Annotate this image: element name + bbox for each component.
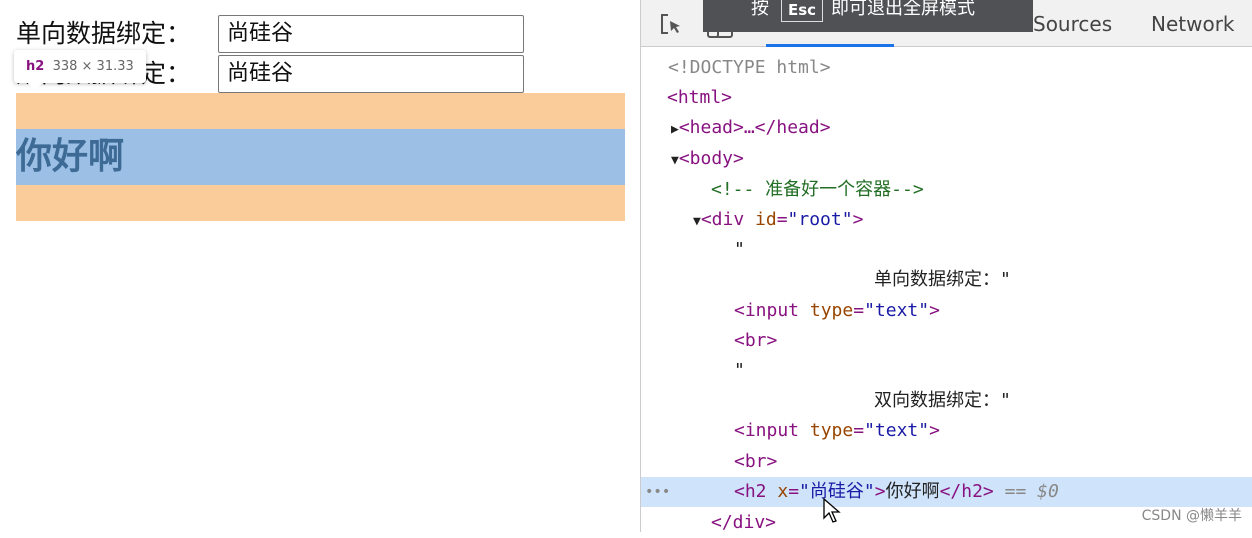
notice-text-post: 即可退出全屏模式	[831, 0, 975, 19]
head-tag: <head>…</head>	[678, 117, 831, 138]
notice-text-pre: 按	[751, 0, 769, 19]
h2-highlight-margin: 你好啊	[16, 93, 625, 221]
active-tab-indicator	[766, 44, 894, 47]
div-tag: <div	[700, 209, 756, 230]
gt: >	[852, 209, 864, 230]
br-node[interactable]: <br>	[734, 326, 777, 356]
h2-heading: 你好啊	[16, 129, 625, 185]
mouse-cursor-icon	[823, 498, 841, 523]
br-node[interactable]: <br>	[734, 447, 777, 477]
html-node[interactable]: <html>	[667, 83, 732, 113]
two-way-input[interactable]: 尚硅谷	[218, 55, 524, 93]
label-one-way: 单向数据绑定：	[16, 19, 192, 48]
attr-name: id	[755, 209, 777, 230]
doctype-line[interactable]: <!DOCTYPE html>	[668, 53, 831, 83]
text-node-one-way[interactable]: 单向数据绑定："	[874, 265, 1011, 295]
eq: =	[853, 300, 865, 321]
inspect-element-icon[interactable]	[659, 12, 685, 38]
console-ref: == $0	[993, 481, 1059, 502]
attr-value: "root"	[787, 209, 853, 230]
eq: =	[788, 481, 800, 502]
attr-value: "text"	[864, 300, 930, 321]
eq: =	[776, 209, 788, 230]
input-node[interactable]: <input type="text">	[734, 296, 940, 326]
attr-name: type	[809, 300, 854, 321]
page-viewport: 单向数据绑定： 尚硅谷 双向数据绑定： 尚硅谷 你好啊 h2 338 × 31.…	[0, 0, 640, 532]
head-node[interactable]: ▶<head>…</head>	[671, 113, 831, 143]
attr-name: x	[777, 481, 789, 502]
tab-network[interactable]: Network	[1151, 12, 1235, 36]
eq: =	[853, 420, 865, 441]
devtools-tabbar: Elements Console Sources Network 按 Esc 即…	[641, 0, 1252, 47]
watermark: CSDN @懒羊羊	[1141, 508, 1242, 524]
h2-text: 你好啊	[885, 481, 940, 502]
tooltip-arrow	[28, 83, 42, 90]
comment-node[interactable]: <!-- 准备好一个容器-->	[711, 175, 924, 205]
input-tag: <input	[734, 420, 810, 441]
h2-close-tag: </h2>	[939, 481, 994, 502]
gt: >	[929, 300, 940, 321]
more-actions-icon[interactable]: •••	[645, 477, 670, 507]
text-node-quote[interactable]: "	[734, 356, 745, 386]
attr-name: type	[809, 420, 854, 441]
div-close-node[interactable]: </div>	[711, 508, 776, 538]
inspect-tooltip: h2 338 × 31.33	[14, 50, 146, 83]
fullscreen-notice: 按 Esc 即可退出全屏模式	[703, 0, 1033, 32]
h2-node[interactable]: <h2 x="尚硅谷">你好啊</h2> == $0	[734, 477, 1059, 507]
devtools-panel: Elements Console Sources Network 按 Esc 即…	[640, 0, 1252, 533]
div-root-node[interactable]: ▼<div id="root">	[693, 205, 863, 235]
gt: >	[929, 420, 940, 441]
gt: >	[874, 481, 886, 502]
input-node[interactable]: <input type="text">	[734, 416, 940, 446]
esc-key: Esc	[781, 0, 824, 22]
tab-sources[interactable]: Sources	[1033, 12, 1112, 36]
body-node[interactable]: ▼<body>	[671, 144, 744, 174]
attr-value: "text"	[864, 420, 930, 441]
h2-tag: <h2	[734, 481, 778, 502]
input-tag: <input	[734, 300, 810, 321]
one-way-input[interactable]: 尚硅谷	[218, 15, 524, 53]
text-node-quote[interactable]: "	[734, 235, 745, 265]
tooltip-size: 338 × 31.33	[52, 59, 134, 74]
tooltip-tag: h2	[26, 59, 45, 74]
body-tag: <body>	[678, 148, 744, 169]
text-node-two-way[interactable]: 双向数据绑定："	[874, 386, 1011, 416]
